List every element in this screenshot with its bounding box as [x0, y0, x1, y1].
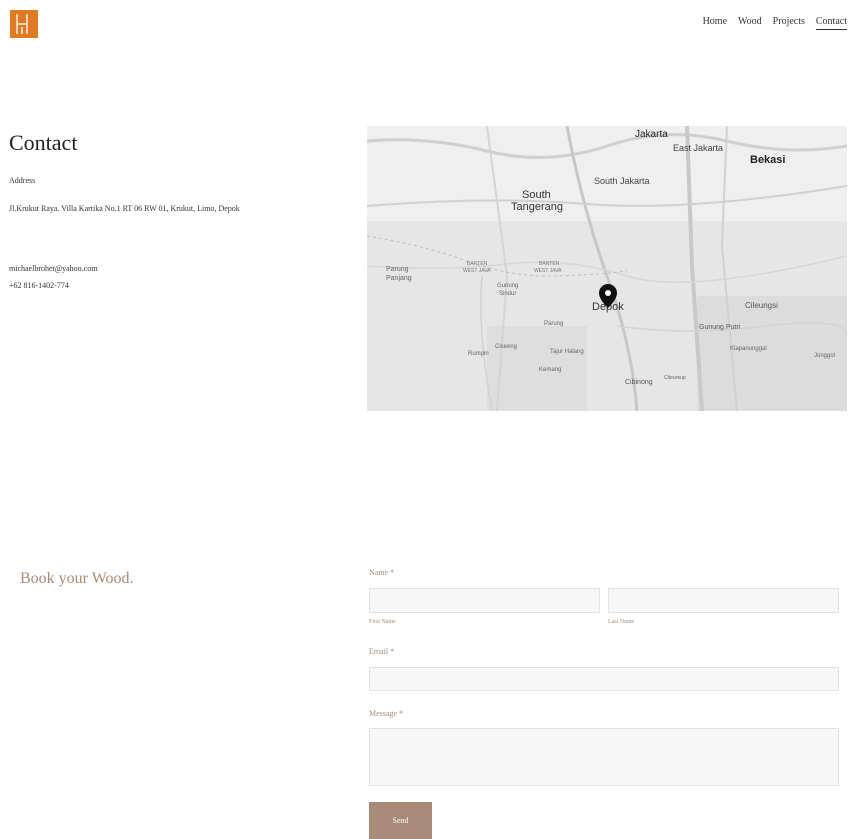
contact-title: Contact: [9, 130, 78, 155]
address-text: Jl.Krukut Raya. Villa Kartika No.1 RT 06…: [9, 204, 240, 213]
nav-home[interactable]: Home: [703, 16, 727, 30]
map-label-citeureup: Citeureup: [664, 375, 686, 381]
map-label-west-java-1b: WEST JAVA: [463, 268, 491, 274]
map-label-klapanunggal: Klapanunggal: [730, 346, 767, 352]
phone-number: +62 816-1402-774: [9, 281, 69, 290]
map-label-cibinong: Cibinong: [625, 379, 653, 386]
map-label-south-jakarta: South Jakarta: [594, 176, 650, 186]
email-link[interactable]: michaelbrohet@yahoo.com: [9, 264, 97, 273]
map-label-cileungsi: Cileungsi: [745, 301, 778, 310]
email-label: Email *: [369, 647, 395, 656]
first-name-input[interactable]: [369, 588, 600, 613]
main-nav: Home Wood Projects Contact: [703, 16, 847, 30]
last-name-input[interactable]: [608, 588, 839, 613]
map-label-tajur-halang: Tajur Halang: [550, 349, 584, 355]
map-label-jonggol: Jonggol: [814, 353, 835, 359]
map-label-banten-2a: BANTEN: [539, 261, 560, 267]
map-label-south-tangerang-1: South: [522, 189, 551, 201]
last-name-sublabel: Last Name: [608, 619, 635, 625]
map-embed[interactable]: Jakarta East Jakarta Bekasi South Tanger…: [367, 126, 847, 411]
map-label-gunung-putri: Gunung Putri: [699, 324, 741, 331]
map-label-banten-1a: BANTEN: [467, 261, 488, 267]
map-label-south-tangerang-2: Tangerang: [511, 201, 563, 213]
address-label: Address: [9, 176, 36, 185]
map-label-rumpin: Rumpin: [468, 351, 489, 357]
map-label-bekasi: Bekasi: [750, 154, 785, 166]
nav-wood[interactable]: Wood: [738, 16, 762, 30]
send-button[interactable]: Send: [369, 802, 432, 839]
map-label-jakarta: Jakarta: [635, 129, 668, 140]
book-heading: Book your Wood.: [20, 570, 134, 587]
site-logo[interactable]: [10, 10, 38, 38]
map-label-ciseeng: Ciseeng: [495, 344, 517, 350]
map-label-kemang: Kemang: [539, 367, 561, 373]
first-name-sublabel: First Name: [369, 619, 396, 625]
message-textarea[interactable]: [369, 728, 839, 786]
message-label: Message *: [369, 709, 403, 718]
map-label-parung-panjang-1: Parung: [386, 266, 409, 273]
map-label-parung: Parung: [544, 321, 563, 327]
map-label-gunung-sindur-1: Gunung: [497, 283, 518, 289]
map-label-west-java-2b: WEST JAVA: [534, 268, 562, 274]
nav-contact[interactable]: Contact: [815, 16, 847, 30]
map-label-gunung-sindur-2: Sindur: [499, 291, 516, 297]
map-label-east-jakarta: East Jakarta: [673, 143, 723, 153]
nav-projects[interactable]: Projects: [773, 16, 805, 30]
map-label-parung-panjang-2: Panjang: [386, 275, 412, 282]
name-label: Name *: [369, 568, 395, 577]
email-field[interactable]: [369, 667, 839, 691]
